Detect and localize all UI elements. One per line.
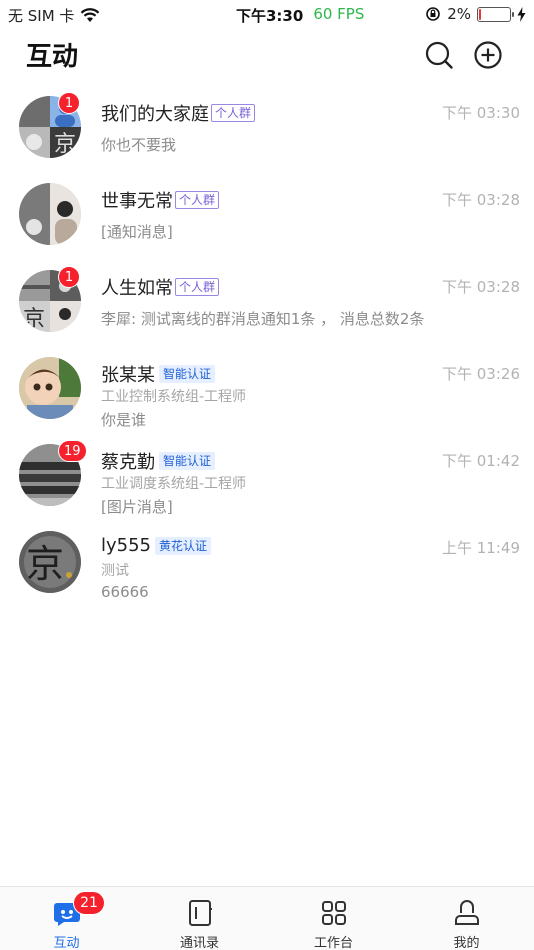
conversation-name: 蔡克勤 (101, 452, 155, 473)
conversation-name: ly555 (101, 535, 152, 556)
conversation-item[interactable]: 19 蔡克勤 智能认证 下午 01:42 工业调度系统组-工程师 [图片消息] (0, 432, 534, 519)
unread-badge: 1 (58, 92, 80, 114)
charging-bolt-icon (517, 6, 526, 22)
conversation-last-message: [通知消息] (101, 223, 173, 241)
svg-text:京: 京 (23, 307, 45, 332)
conversation-department: 工业调度系统组-工程师 (101, 476, 247, 492)
conversation-time: 下午 03:26 (442, 365, 520, 383)
conversation-item[interactable]: 张某某 智能认证 下午 03:26 工业控制系统组-工程师 你是谁 (0, 345, 534, 432)
status-center: 下午3:30 60 FPS (236, 5, 364, 26)
conversation-title-row: ly555 黄花认证 (101, 535, 212, 556)
tab-me[interactable]: 我的 (400, 887, 533, 950)
fps-counter: 60 FPS (313, 5, 365, 23)
conversation-list: 京 1 我们的大家庭 个人群 下午 03:30 你也不要我 世事无常 个人群 下… (0, 84, 534, 606)
carrier-label: 无 SIM 卡 (8, 7, 75, 25)
conversation-name: 世事无常 (101, 191, 173, 212)
conversation-item[interactable]: 京 1 我们的大家庭 个人群 下午 03:30 你也不要我 (0, 84, 534, 171)
add-button[interactable] (473, 40, 503, 70)
tab-label: 工作台 (313, 936, 353, 950)
wifi-icon (81, 8, 100, 22)
conversation-item[interactable]: 京 1 人生如常 个人群 下午 03:28 李犀: 测试离线的群消息通知1条 ，… (0, 258, 534, 345)
battery-icon (477, 6, 514, 22)
auth-tag: 智能认证 (159, 452, 216, 470)
contacts-icon (188, 900, 212, 926)
battery-percent: 2% (447, 5, 471, 23)
tab-workbench[interactable]: 工作台 (267, 887, 400, 950)
status-right: 2% (425, 5, 526, 23)
page-title: 互动 (26, 42, 79, 72)
conversation-title-row: 世事无常 个人群 (101, 187, 220, 213)
rotation-lock-icon (426, 7, 441, 21)
group-tag: 个人群 (175, 191, 220, 209)
conversation-department: 测试 (101, 563, 129, 579)
status-bar: 无 SIM 卡 下午3:30 60 FPS 2% (0, 0, 534, 28)
tab-label: 通讯录 (179, 936, 219, 950)
conversation-name: 张某某 (101, 365, 155, 386)
group-avatar (19, 183, 81, 245)
bottom-tab-bar: 21 互动 通讯录 工作台 我的 (0, 886, 534, 950)
conversation-last-message: 66666 (101, 583, 149, 601)
tab-label: 互动 (53, 936, 80, 950)
conversation-last-message: 李犀: 测试离线的群消息通知1条 ， 消息总数2条 (101, 310, 425, 328)
conversation-item[interactable]: 京 ly555 黄花认证 上午 11:49 测试 66666 (0, 519, 534, 606)
svg-text:京: 京 (54, 132, 76, 157)
grid-icon (321, 901, 346, 925)
conversation-last-message: 你也不要我 (101, 136, 177, 154)
group-tag: 个人群 (175, 278, 220, 296)
conversation-time: 下午 01:42 (442, 452, 520, 470)
conversation-time: 下午 03:30 (442, 104, 520, 122)
auth-tag: 黄花认证 (155, 536, 212, 555)
tab-contacts[interactable]: 通讯录 (133, 887, 266, 950)
conversation-time: 下午 03:28 (442, 278, 520, 296)
user-icon (454, 900, 479, 925)
conversation-department: 工业控制系统组-工程师 (101, 389, 247, 405)
conversation-last-message: 你是谁 (101, 411, 147, 429)
conversation-title-row: 蔡克勤 智能认证 (101, 448, 216, 474)
tab-label: 我的 (453, 936, 480, 950)
user-avatar: 京 (19, 531, 81, 593)
page-header: 互动 (0, 34, 534, 78)
conversation-name: 我们的大家庭 (101, 104, 209, 125)
unread-badge: 19 (58, 440, 87, 462)
auth-tag: 智能认证 (159, 365, 216, 383)
plus-circle-icon (474, 41, 502, 69)
unread-badge: 1 (58, 266, 80, 288)
conversation-time: 下午 03:28 (442, 191, 520, 209)
tab-unread-badge: 21 (73, 891, 105, 915)
conversation-title-row: 人生如常 个人群 (101, 274, 220, 300)
tab-interact[interactable]: 21 互动 (0, 887, 133, 950)
status-time: 下午3:30 (236, 7, 304, 25)
svg-text:京: 京 (26, 542, 64, 586)
conversation-last-message: [图片消息] (101, 498, 173, 516)
status-left: 无 SIM 卡 (8, 5, 100, 26)
conversation-name: 人生如常 (101, 278, 173, 299)
group-tag: 个人群 (211, 104, 256, 122)
conversation-title-row: 张某某 智能认证 (101, 361, 216, 387)
battery-level (479, 8, 481, 20)
search-icon (425, 41, 453, 69)
conversation-item[interactable]: 世事无常 个人群 下午 03:28 [通知消息] (0, 171, 534, 258)
user-avatar (19, 357, 81, 419)
conversation-title-row: 我们的大家庭 个人群 (101, 100, 256, 126)
conversation-time: 上午 11:49 (442, 539, 520, 557)
search-button[interactable] (424, 40, 454, 70)
